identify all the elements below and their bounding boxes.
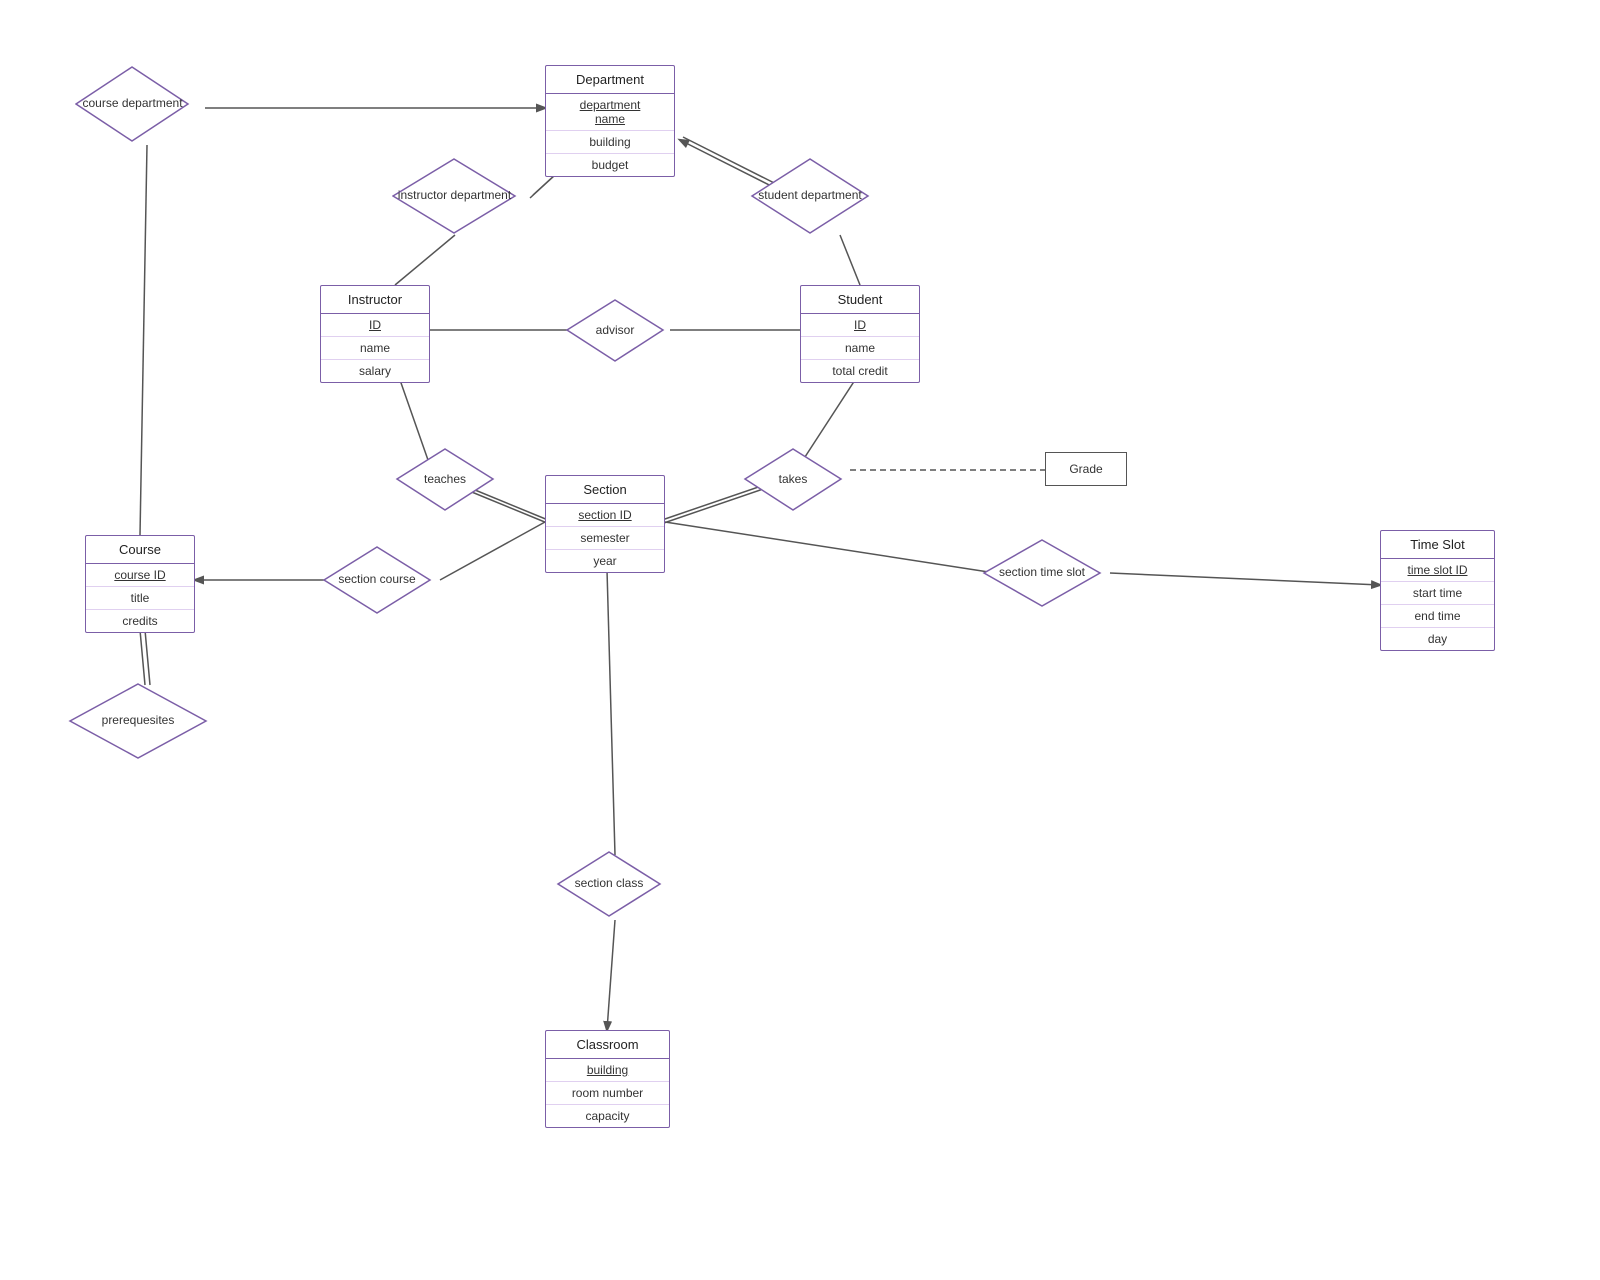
course-attr-id: course ID (86, 564, 194, 587)
student-title: Student (801, 286, 919, 314)
student-attr-totalcredit: total credit (801, 360, 919, 382)
student-department-diamond: student department (750, 157, 870, 235)
advisor-label: advisor (596, 323, 635, 339)
timeslot-entity: Time Slot time slot ID start time end ti… (1380, 530, 1495, 651)
instructor-entity: Instructor ID name salary (320, 285, 430, 383)
dept-attr-building: building (546, 131, 674, 154)
section-attr-year: year (546, 550, 664, 572)
instructor-department-diamond: instructor department (392, 157, 517, 235)
timeslot-attr-id: time slot ID (1381, 559, 1494, 582)
classroom-attr-room: room number (546, 1082, 669, 1105)
student-attr-name: name (801, 337, 919, 360)
teaches-label: teaches (424, 472, 466, 488)
course-department-label: course department (82, 96, 182, 112)
section-course-label: section course (338, 572, 415, 588)
instructor-attr-salary: salary (321, 360, 429, 382)
section-class-label: section class (575, 876, 644, 892)
classroom-attr-building: building (546, 1059, 669, 1082)
department-title: Department (546, 66, 674, 94)
section-timeslot-diamond: section time slot (982, 538, 1102, 608)
advisor-diamond: advisor (565, 298, 665, 363)
course-entity: Course course ID title credits (85, 535, 195, 633)
classroom-entity: Classroom building room number capacity (545, 1030, 670, 1128)
instructor-department-label: instructor department (398, 188, 511, 204)
takes-label: takes (779, 472, 808, 488)
prereq-label: prerequesites (102, 713, 175, 729)
student-attr-id: ID (801, 314, 919, 337)
instructor-attr-id: ID (321, 314, 429, 337)
classroom-attr-capacity: capacity (546, 1105, 669, 1127)
teaches-diamond: teaches (395, 447, 495, 512)
section-entity: Section section ID semester year (545, 475, 665, 573)
course-attr-credits: credits (86, 610, 194, 632)
course-title: Course (86, 536, 194, 564)
grade-box: Grade (1045, 452, 1127, 486)
course-attr-title: title (86, 587, 194, 610)
timeslot-attr-start: start time (1381, 582, 1494, 605)
grade-label: Grade (1069, 462, 1102, 476)
dept-attr-name: departmentname (546, 94, 674, 131)
timeslot-attr-day: day (1381, 628, 1494, 650)
timeslot-title: Time Slot (1381, 531, 1494, 559)
department-entity: Department departmentname building budge… (545, 65, 675, 177)
dept-attr-budget: budget (546, 154, 674, 176)
timeslot-attr-end: end time (1381, 605, 1494, 628)
takes-diamond: takes (743, 447, 843, 512)
instructor-attr-name: name (321, 337, 429, 360)
section-course-diamond: section course (322, 545, 432, 615)
section-timeslot-label: section time slot (999, 565, 1085, 581)
section-attr-id: section ID (546, 504, 664, 527)
course-department-diamond: course department (75, 65, 190, 143)
er-diagram: Department departmentname building budge… (0, 0, 1600, 1280)
student-entity: Student ID name total credit (800, 285, 920, 383)
section-attr-semester: semester (546, 527, 664, 550)
prereq-diamond: prerequesites (68, 682, 208, 760)
classroom-title: Classroom (546, 1031, 669, 1059)
section-title: Section (546, 476, 664, 504)
student-department-label: student department (758, 188, 861, 204)
instructor-title: Instructor (321, 286, 429, 314)
section-class-diamond: section class (556, 850, 662, 918)
